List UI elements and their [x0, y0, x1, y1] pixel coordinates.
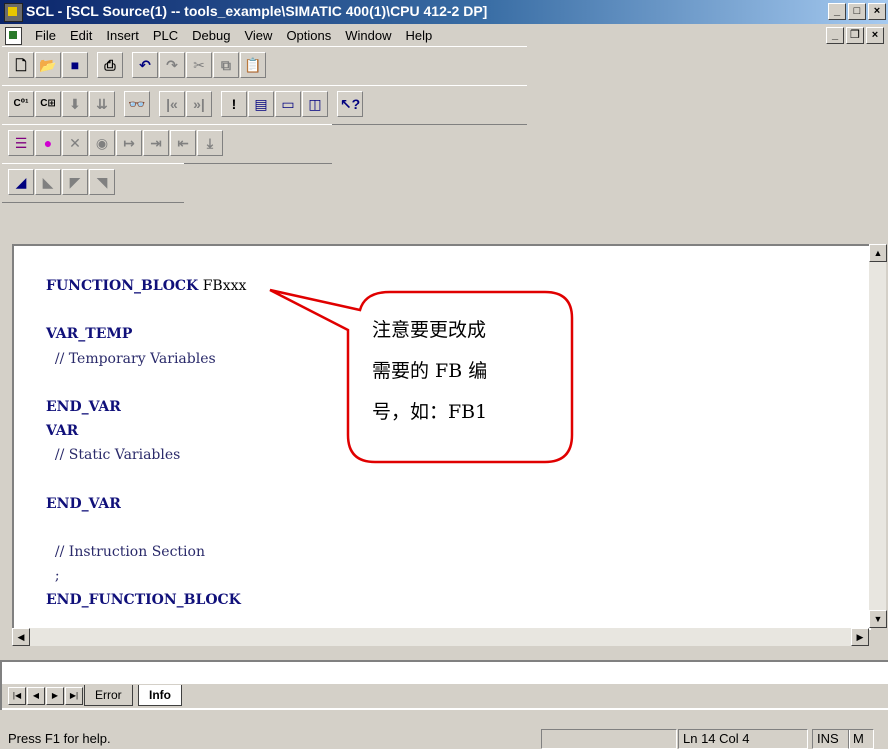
- callout-line-1: 注意要更改成: [372, 319, 487, 341]
- status-extra: M: [848, 729, 874, 749]
- tab-navigation: |◀ ◀ ▶ ▶|: [8, 687, 83, 705]
- callout-line-2: 需要的 FB 编: [372, 360, 488, 382]
- status-mode: INS: [812, 729, 850, 749]
- status-help-text: Press F1 for help.: [8, 731, 111, 746]
- last-tab-icon[interactable]: ▶|: [65, 687, 83, 705]
- output-window: |◀ ◀ ▶ ▶| Error Info: [0, 660, 888, 710]
- first-tab-icon[interactable]: |◀: [8, 687, 26, 705]
- prev-tab-icon[interactable]: ◀: [27, 687, 45, 705]
- status-position: Ln 14 Col 4: [678, 729, 808, 749]
- tab-error[interactable]: Error: [84, 685, 133, 706]
- callout-text: 注意要更改成 需要的 FB 编 号，如：FB1: [372, 310, 572, 433]
- tab-info[interactable]: Info: [138, 685, 182, 706]
- status-panel-blank: [541, 729, 677, 749]
- output-tabstrip: |◀ ◀ ▶ ▶| Error Info: [2, 684, 888, 708]
- status-bar: Press F1 for help. Ln 14 Col 4 INS M: [0, 727, 888, 749]
- callout-line-3: 号，如：FB1: [372, 401, 488, 423]
- next-tab-icon[interactable]: ▶: [46, 687, 64, 705]
